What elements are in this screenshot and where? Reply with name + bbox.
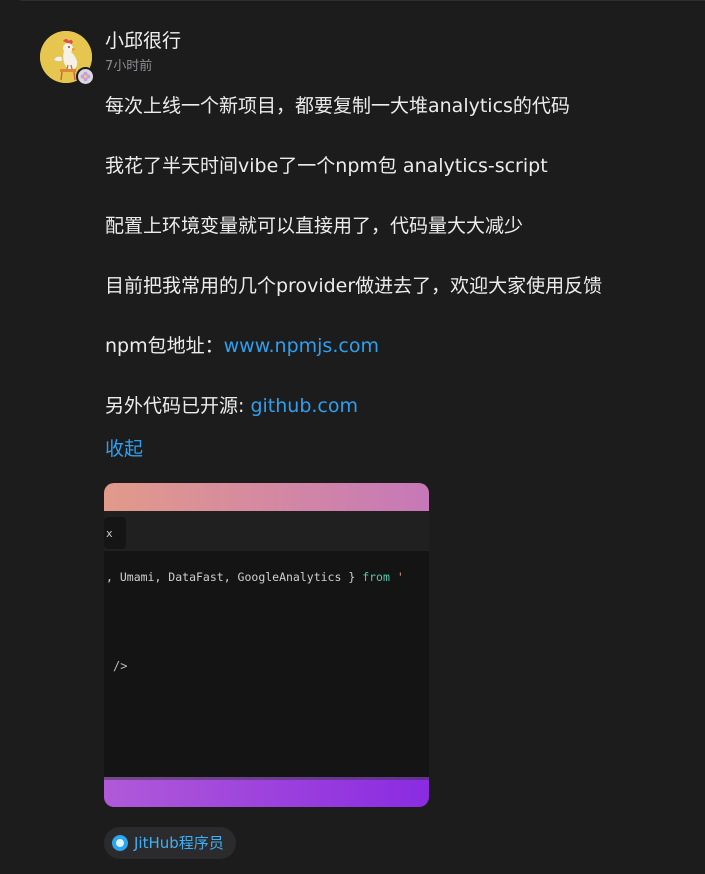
- collapse-button[interactable]: 收起: [105, 435, 143, 463]
- github-link[interactable]: github.com: [250, 395, 358, 417]
- topic-label: JitHub程序员: [134, 834, 224, 852]
- code-tag-close: />: [113, 659, 127, 673]
- npm-line: npm包地址：www.npmjs.com: [105, 332, 379, 360]
- github-prefix: 另外代码已开源:: [105, 395, 251, 417]
- code-import-line: , Umami, DataFast, GoogleAnalytics } fro…: [106, 570, 404, 584]
- editor-tab-close: x: [106, 527, 113, 540]
- divider: [20, 0, 705, 1]
- post-image[interactable]: x , Umami, DataFast, GoogleAnalytics } f…: [104, 483, 429, 807]
- post-timestamp: 7小时前: [105, 59, 153, 74]
- post-line-4: 目前把我常用的几个provider做进去了，欢迎大家使用反馈: [105, 275, 603, 297]
- npm-prefix: npm包地址：: [105, 335, 224, 357]
- post-page: 小邱很行 7小时前 每次上线一个新项目，都要复制一大堆analytics的代码 …: [0, 0, 705, 874]
- topic-chip[interactable]: JitHub程序员: [104, 827, 236, 859]
- topic-circle-icon: [112, 835, 128, 851]
- post-line-2: 我花了半天时间vibe了一个npm包 analytics-script: [105, 155, 548, 177]
- post-line-3: 配置上环境变量就可以直接用了，代码量大大减少: [105, 215, 524, 237]
- flower-badge-icon: [76, 67, 95, 86]
- github-line: 另外代码已开源: github.com: [105, 392, 358, 420]
- author-name[interactable]: 小邱很行: [105, 28, 181, 54]
- npm-link[interactable]: www.npmjs.com: [224, 335, 379, 357]
- post-line-1: 每次上线一个新项目，都要复制一大堆analytics的代码: [105, 95, 570, 117]
